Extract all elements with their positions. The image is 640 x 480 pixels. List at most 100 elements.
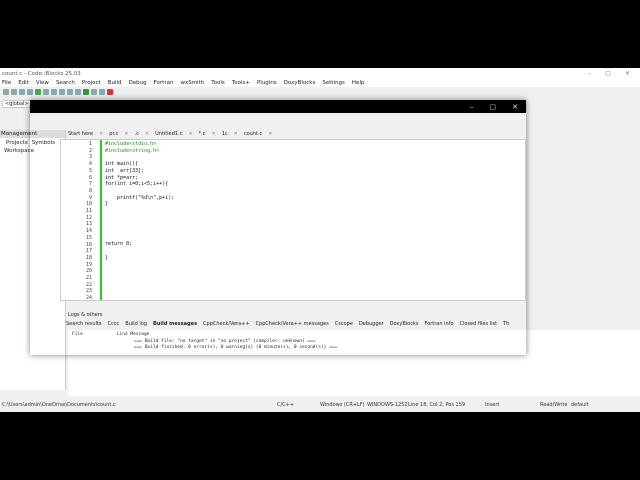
maximize-button[interactable]: ▢ (490, 103, 497, 111)
close-tab-icon[interactable]: ✕ (145, 131, 149, 137)
cut-icon[interactable] (43, 88, 49, 95)
build-icon[interactable] (75, 88, 81, 95)
save-icon[interactable] (19, 88, 25, 95)
line-number: 3 (88, 154, 92, 161)
editor-tab[interactable]: pr.c (109, 131, 118, 137)
code-line: } (105, 201, 109, 208)
line-number: 19 (85, 261, 92, 268)
editor-tab[interactable]: .c (135, 131, 139, 137)
code-line: #include<stdio.h> (105, 141, 157, 147)
line-number: 6 (88, 174, 92, 181)
status-eol: Windows (CR+LF) (320, 402, 365, 408)
line-number: 2 (88, 147, 92, 154)
close-button[interactable]: ✕ (625, 70, 630, 77)
menu-file[interactable]: File (2, 80, 11, 86)
menu-bar: File Edit View Search Project Build Debug Fortr… (0, 79, 640, 87)
line-number: 24 (85, 295, 92, 302)
code-text[interactable]: #include<stdio.h> #include<string.h> int m… (105, 141, 174, 302)
line-number: 4 (88, 161, 92, 168)
line-number: 8 (88, 187, 92, 194)
save-all-icon[interactable] (27, 88, 33, 95)
line-number: 5 (88, 167, 92, 174)
menu-tools[interactable]: Tools (211, 80, 225, 86)
copy-icon[interactable] (51, 88, 57, 95)
paste-icon[interactable] (59, 88, 65, 95)
menu-doxyblocks[interactable]: DoxyBlocks (284, 80, 316, 86)
main-toolbar (0, 87, 640, 96)
status-encoding: WINDOWS-1252 (367, 402, 408, 408)
menu-fortran[interactable]: Fortran (154, 80, 174, 86)
code-line: for(int i=0;i<5;i++){ (105, 181, 169, 188)
minimize-button[interactable]: – (470, 103, 474, 111)
menu-help[interactable]: Help (352, 80, 365, 86)
overlay-editor-window: – ▢ ✕ Start here ✕ pr.c ✕ .c ✕ Untitled1.c ✕ *.c ✕ 1… (30, 100, 526, 355)
scope-dropdown[interactable]: <global> (2, 100, 32, 108)
close-tab-icon[interactable]: ✕ (212, 131, 216, 137)
line-number: 23 (85, 288, 92, 295)
code-line: int arr[33]; (105, 167, 145, 174)
status-profile: default (571, 402, 589, 408)
change-bar (100, 140, 102, 300)
menu-tools[interactable]: Tools+ (232, 80, 250, 86)
editor-tab[interactable]: count.c (244, 131, 262, 137)
open-icon[interactable] (11, 88, 17, 95)
undo-icon[interactable] (35, 88, 41, 95)
editor-tab[interactable]: 1c (222, 131, 228, 137)
line-number: 12 (85, 214, 92, 221)
code-line: int *p=arr; (105, 174, 139, 181)
line-number: 7 (88, 181, 92, 188)
menu-project[interactable]: Project (82, 80, 101, 86)
abort-icon[interactable] (107, 88, 113, 95)
status-language: C/C++ (277, 402, 295, 408)
menu-wxsmith[interactable]: wxSmith (180, 80, 204, 86)
new-file-icon[interactable] (3, 88, 9, 95)
menu-search[interactable]: Search (56, 80, 75, 86)
run-icon[interactable] (83, 88, 89, 95)
logs-title: Logs & others (68, 312, 103, 318)
editor-tab[interactable]: *.c (199, 131, 206, 137)
build-run-icon[interactable] (91, 88, 97, 95)
rebuild-icon[interactable] (99, 88, 105, 95)
menu-edit[interactable]: Edit (18, 80, 29, 86)
line-number: 14 (85, 228, 92, 235)
line-number: 18 (85, 254, 92, 261)
tab-projects[interactable]: Projects (6, 140, 28, 146)
line-numbers: 1 2 3 4 5 6 7 8 9 10 11 12 13 14 15 16 17 18 19 20 21 22 23 24 (61, 140, 99, 302)
find-icon[interactable] (67, 88, 73, 95)
line-number: 11 (85, 208, 92, 215)
menu-debug[interactable]: Debug (128, 80, 146, 86)
line-number: 15 (85, 234, 92, 241)
line-number: 20 (85, 268, 92, 275)
code-line: return 0; (105, 241, 133, 248)
editor-tab[interactable]: Start here (68, 131, 93, 137)
close-button[interactable]: ✕ (512, 103, 518, 111)
line-number: 10 (85, 201, 92, 208)
code-line: #include<string.h> (105, 147, 160, 154)
menu-build[interactable]: Build (108, 80, 122, 86)
code-editor[interactable]: 1 2 3 4 5 6 7 8 9 10 11 12 13 14 15 16 17 18 19 20 21 22 23 24 … (60, 139, 526, 301)
close-tab-icon[interactable]: ✕ (188, 131, 192, 137)
menu-view[interactable]: View (36, 80, 49, 86)
minimize-button[interactable]: – (588, 70, 591, 77)
editor-tab[interactable]: Untitled1.c (155, 131, 182, 137)
close-tab-icon[interactable]: ✕ (99, 131, 103, 137)
close-tab-icon[interactable]: ✕ (268, 131, 272, 137)
line-number: 22 (85, 281, 92, 288)
close-tab-icon[interactable]: ✕ (234, 131, 238, 137)
menu-plugins[interactable]: Plugins (257, 80, 277, 86)
menu-settings[interactable]: Settings (322, 80, 345, 86)
status-path: C:\Users\admin\OneDrive\Documents\count.… (2, 402, 116, 408)
maximize-button[interactable]: ▢ (605, 70, 611, 77)
status-bar: C:\Users\admin\OneDrive\Documents\count.… (0, 400, 640, 410)
close-tab-icon[interactable]: ✕ (124, 131, 128, 137)
